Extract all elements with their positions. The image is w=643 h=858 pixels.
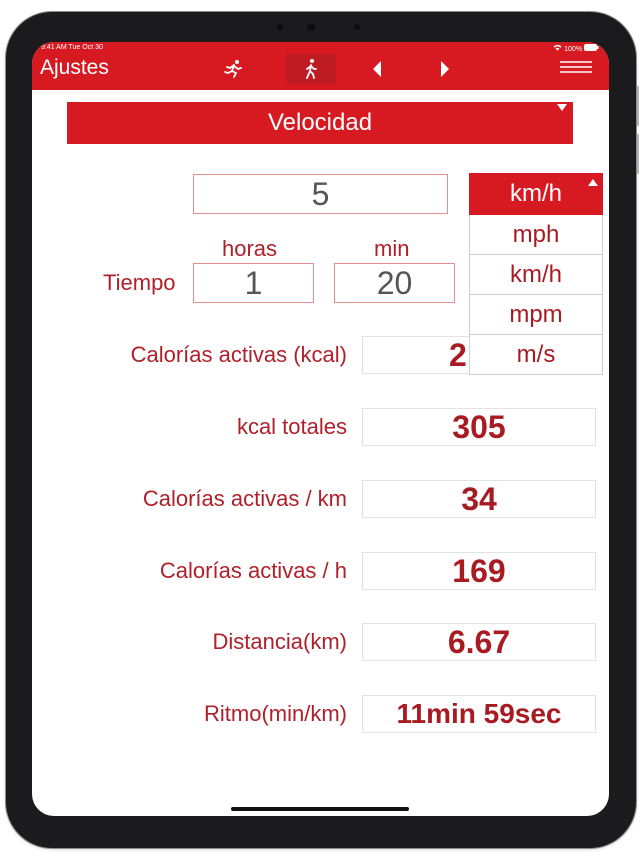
active-calories-per-km-value: 34 [362,480,596,518]
app-screen: 9:41 AM Tue Oct 30 100% Ajustes Velocida… [32,42,609,816]
front-sensor [354,24,360,30]
distance-value: 6.67 [362,623,596,661]
volume-down-button[interactable] [636,134,639,174]
total-kcal-label: kcal totales [236,414,347,439]
nav-bar: 9:41 AM Tue Oct 30 100% Ajustes [32,42,609,90]
unit-option-mph[interactable]: mph [469,215,603,255]
active-calories-per-hour-value: 169 [362,552,596,590]
unit-option-kmh[interactable]: km/h [469,255,603,295]
calculation-type-selector[interactable]: Velocidad [67,102,573,144]
status-bar: 9:41 AM Tue Oct 30 100% [32,42,609,54]
volume-up-button[interactable] [636,86,639,126]
time-label: Tiempo [103,270,176,295]
distance-label: Distancia(km) [212,629,347,654]
settings-link[interactable]: Ajustes [40,56,109,80]
active-calories-per-km-label: Calorías activas / km [142,486,347,511]
previous-icon[interactable] [364,54,390,84]
unit-selected-label: km/h [509,180,562,207]
hours-label: horas [222,236,278,261]
front-sensor [277,24,283,30]
front-camera [307,23,315,31]
chevron-up-icon [588,179,598,186]
unit-option-ms[interactable]: m/s [469,335,603,375]
status-time: 9:41 AM Tue Oct 30 [41,44,103,51]
minutes-label: min [374,236,410,261]
walking-icon[interactable] [286,54,336,84]
running-icon[interactable] [218,54,248,84]
unit-option-mpm[interactable]: mpm [469,295,603,335]
home-indicator[interactable] [231,807,409,811]
hours-input[interactable]: 1 [193,263,314,303]
pace-value: 11min 59sec [362,695,596,733]
menu-icon[interactable] [556,52,596,82]
chevron-down-icon [557,104,567,111]
next-icon[interactable] [432,54,458,84]
unit-dropdown-selected[interactable]: km/h [469,173,603,215]
unit-dropdown[interactable]: km/h mph km/h mpm m/s [469,173,603,375]
active-calories-per-hour-label: Calorías activas / h [159,558,347,583]
total-kcal-value: 305 [362,408,596,446]
pace-label: Ritmo(min/km) [204,701,347,726]
minutes-input[interactable]: 20 [334,263,455,303]
active-calories-label: Calorías activas (kcal) [130,342,347,367]
speed-input[interactable]: 5 [193,174,448,214]
selector-value: Velocidad [267,109,373,136]
